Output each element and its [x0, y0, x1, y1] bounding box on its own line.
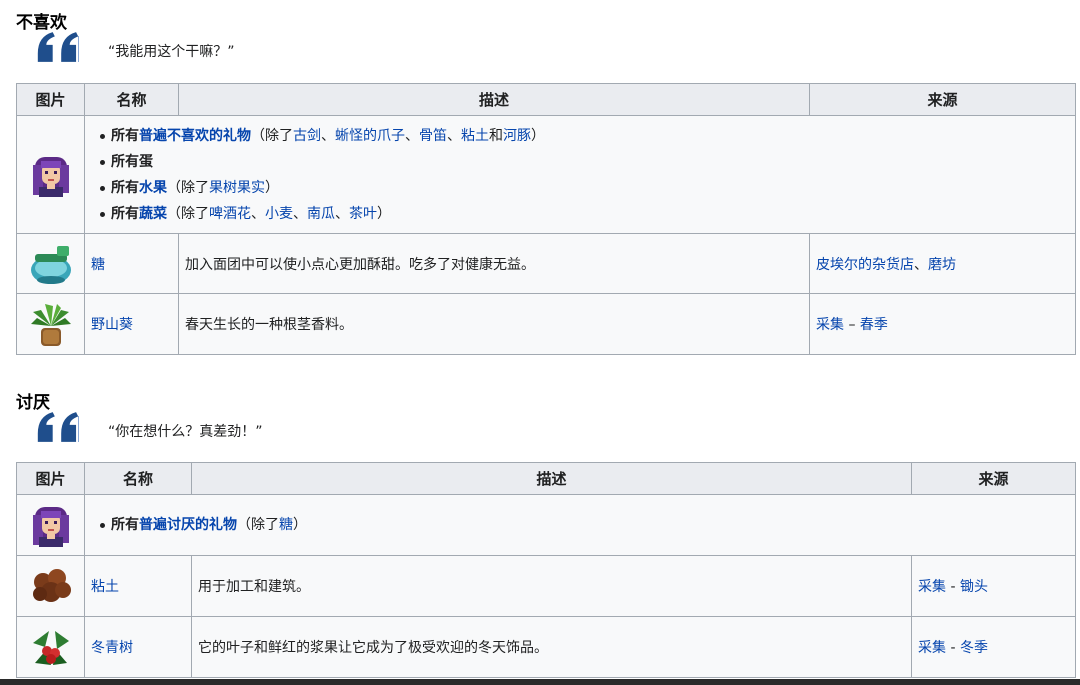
- item-link[interactable]: 骨笛: [419, 128, 447, 144]
- item-name-link[interactable]: 糖: [91, 257, 105, 273]
- dislike-quote: “我能用这个干嘛？”: [108, 44, 235, 60]
- header-source[interactable]: 来源: [911, 462, 1076, 495]
- list-item: 所有蛋: [97, 149, 1069, 175]
- universal-row: 所有普遍不喜欢的礼物（除了古剑、蜥怪的爪子、骨笛、粘土和河豚） 所有蛋 所有水果…: [16, 115, 1076, 234]
- hate-table: 图片 名称 描述 来源 所有普遍讨厌的礼物（除了糖） 粘土 用于加工和建筑。 采…: [16, 462, 1076, 678]
- source-link[interactable]: 春季: [860, 317, 888, 333]
- villager-portrait-icon: [32, 507, 69, 547]
- source-link[interactable]: 采集: [918, 579, 946, 595]
- header-source[interactable]: 来源: [809, 83, 1076, 116]
- item-link[interactable]: 粘土: [461, 128, 489, 144]
- header-name[interactable]: 名称: [84, 462, 192, 495]
- universal-list: 所有普遍讨厌的礼物（除了糖）: [97, 512, 1069, 538]
- clay-icon[interactable]: [27, 562, 75, 610]
- header-picture[interactable]: 图片: [16, 462, 85, 495]
- table-row: 冬青树 它的叶子和鲜红的浆果让它成为了极受欢迎的冬天饰品。 采集 - 冬季: [16, 616, 1076, 678]
- villager-portrait-icon: [32, 156, 69, 197]
- sugar-icon[interactable]: [27, 240, 75, 288]
- universal-hate-link[interactable]: 普遍讨厌的礼物: [139, 517, 237, 533]
- list-item: 所有蔬菜（除了啤酒花、小麦、南瓜、茶叶）: [97, 201, 1069, 227]
- list-item: 所有普遍不喜欢的礼物（除了古剑、蜥怪的爪子、骨笛、粘土和河豚）: [97, 123, 1069, 149]
- source-link[interactable]: 锄头: [960, 579, 988, 595]
- source-link[interactable]: 采集: [918, 640, 946, 656]
- dislike-table: 图片 名称 描述 来源 所有普遍不喜欢的礼物（除了古剑、蜥怪的爪子、骨笛、粘土和…: [16, 83, 1076, 355]
- wild-horseradish-icon[interactable]: [27, 300, 75, 348]
- item-description: 加入面团中可以使小点心更加酥甜。吃多了对健康无益。: [178, 233, 810, 294]
- item-link[interactable]: 蜥怪的爪子: [335, 128, 405, 144]
- item-link[interactable]: 小麦: [265, 206, 293, 222]
- item-link[interactable]: 河豚: [503, 128, 531, 144]
- item-description: 用于加工和建筑。: [191, 555, 912, 617]
- item-description: 它的叶子和鲜红的浆果让它成为了极受欢迎的冬天饰品。: [191, 616, 912, 678]
- universal-list: 所有普遍不喜欢的礼物（除了古剑、蜥怪的爪子、骨笛、粘土和河豚） 所有蛋 所有水果…: [97, 123, 1069, 227]
- header-name[interactable]: 名称: [84, 83, 179, 116]
- header-description[interactable]: 描述: [191, 462, 912, 495]
- item-source: 皮埃尔的杂货店、磨坊: [809, 233, 1076, 294]
- table-row: 糖 加入面团中可以使小点心更加酥甜。吃多了对健康无益。 皮埃尔的杂货店、磨坊: [16, 233, 1076, 294]
- header-picture[interactable]: 图片: [16, 83, 85, 116]
- universal-list-cell: 所有普遍不喜欢的礼物（除了古剑、蜥怪的爪子、骨笛、粘土和河豚） 所有蛋 所有水果…: [84, 115, 1076, 234]
- list-item: 所有普遍讨厌的礼物（除了糖）: [97, 512, 1069, 538]
- universal-row: 所有普遍讨厌的礼物（除了糖）: [16, 494, 1076, 556]
- item-name-link[interactable]: 野山葵: [91, 317, 133, 333]
- item-link[interactable]: 南瓜: [307, 206, 335, 222]
- source-link[interactable]: 磨坊: [928, 257, 956, 273]
- fruit-link[interactable]: 水果: [139, 180, 167, 196]
- header-description[interactable]: 描述: [178, 83, 810, 116]
- item-link[interactable]: 啤酒花: [209, 206, 251, 222]
- quote-icon: [37, 412, 79, 442]
- item-source: 采集 – 春季: [809, 293, 1076, 355]
- hate-quote: “你在想什么？真差劲！”: [108, 424, 263, 440]
- table-row: 粘土 用于加工和建筑。 采集 - 锄头: [16, 555, 1076, 617]
- vegetable-link[interactable]: 蔬菜: [139, 206, 167, 222]
- quote-divider: [78, 36, 79, 62]
- item-link[interactable]: 果树果实: [209, 180, 265, 196]
- quote-icon: [37, 32, 79, 62]
- source-link[interactable]: 冬季: [960, 640, 988, 656]
- item-source: 采集 - 冬季: [911, 616, 1076, 678]
- window-bottom-edge: [0, 679, 1080, 685]
- item-description: 春天生长的一种根茎香料。: [178, 293, 810, 355]
- quote-divider: [78, 416, 79, 442]
- item-link[interactable]: 古剑: [293, 128, 321, 144]
- item-name-link[interactable]: 冬青树: [91, 640, 133, 656]
- item-link[interactable]: 糖: [279, 517, 293, 533]
- table-header-row: 图片 名称 描述 来源: [16, 462, 1076, 495]
- item-name-link[interactable]: 粘土: [91, 579, 119, 595]
- source-link[interactable]: 皮埃尔的杂货店: [816, 257, 914, 273]
- villager-portrait-cell: [16, 115, 85, 234]
- holly-icon[interactable]: [27, 623, 75, 671]
- table-header-row: 图片 名称 描述 来源: [16, 83, 1076, 116]
- table-row: 野山葵 春天生长的一种根茎香料。 采集 – 春季: [16, 293, 1076, 355]
- item-link[interactable]: 茶叶: [349, 206, 377, 222]
- source-link[interactable]: 采集: [816, 317, 844, 333]
- list-item: 所有水果（除了果树果实）: [97, 175, 1069, 201]
- universal-dislike-link[interactable]: 普遍不喜欢的礼物: [139, 128, 251, 144]
- item-source: 采集 - 锄头: [911, 555, 1076, 617]
